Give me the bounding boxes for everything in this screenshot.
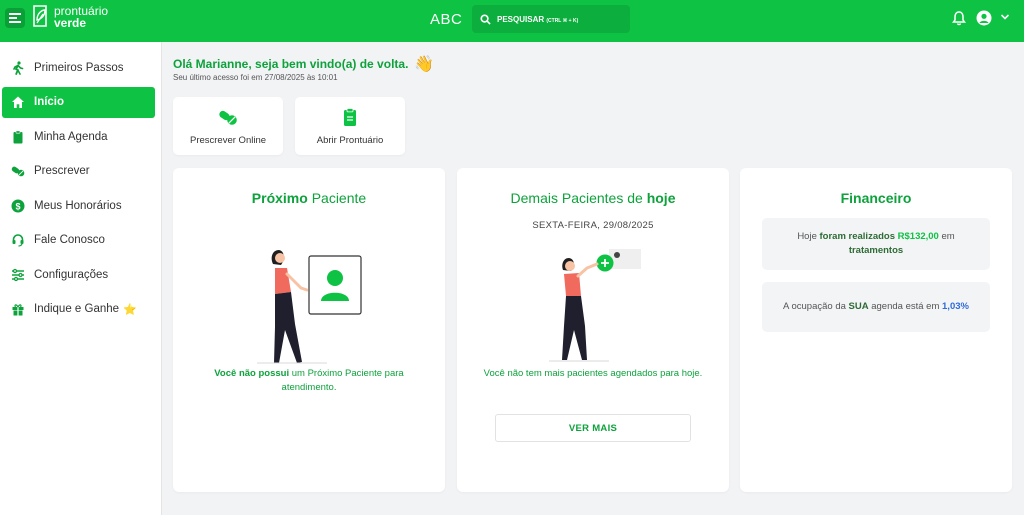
title-bold: Próximo bbox=[251, 190, 308, 206]
walking-person-icon bbox=[13, 60, 24, 75]
sidebar-item-label: Minha Agenda bbox=[34, 130, 108, 143]
sidebar-item-primeiros-passos[interactable]: Primeiros Passos bbox=[2, 52, 155, 83]
revenue-value: R$132,00 bbox=[895, 231, 939, 242]
msg-bold: Você não possui bbox=[214, 368, 290, 379]
leaf-logo-icon bbox=[33, 5, 47, 27]
dollar-circle-icon: $ bbox=[11, 199, 25, 212]
top-bar: prontuário verde ABC PESQUISAR (CTRL ⌘ +… bbox=[0, 0, 1024, 42]
title-rest: Paciente bbox=[307, 190, 367, 206]
menu-toggle-button[interactable] bbox=[5, 8, 25, 28]
greeting-title: Olá Marianne, seja bem vindo(a) de volta… bbox=[173, 54, 434, 74]
home-icon bbox=[12, 96, 24, 108]
search-button[interactable]: PESQUISAR (CTRL ⌘ + K) bbox=[472, 5, 630, 33]
sidebar-item-label: Fale Conosco bbox=[34, 234, 105, 246]
search-label: PESQUISAR bbox=[497, 14, 545, 24]
sidebar-item-configuracoes[interactable]: Configurações bbox=[2, 259, 155, 290]
financial-title: Financeiro bbox=[740, 190, 1012, 206]
sidebar: Primeiros Passos Início Minha Agenda Pre… bbox=[0, 42, 162, 515]
sidebar-item-label: Prescrever bbox=[34, 165, 90, 177]
star-badge: ⭐ bbox=[123, 303, 137, 316]
last-access-text: Seu último acesso foi em 27/08/2025 às 1… bbox=[173, 73, 338, 82]
next-patient-title: Próximo Paciente bbox=[173, 190, 445, 206]
pills-icon bbox=[219, 110, 237, 125]
fin-text: agenda está em bbox=[868, 301, 943, 312]
sidebar-item-prescrever[interactable]: Prescrever bbox=[2, 156, 155, 187]
occupancy-value: 1,03% bbox=[942, 301, 969, 312]
title-rest: Demais Pacientes de bbox=[510, 190, 647, 206]
clipboard-icon bbox=[344, 107, 356, 126]
app-logo[interactable]: prontuário verde bbox=[32, 4, 108, 30]
msg-rest: um Próximo Paciente para atendimento. bbox=[281, 368, 404, 393]
sidebar-item-label: Início bbox=[34, 96, 65, 108]
sidebar-item-meus-honorarios[interactable]: $ Meus Honorários bbox=[2, 190, 155, 221]
fin-text: em bbox=[938, 231, 955, 242]
today-date: SEXTA-FEIRA, 29/08/2025 bbox=[532, 220, 654, 231]
waving-hand-icon: 👋 bbox=[414, 56, 435, 73]
other-patients-card: Demais Pacientes de hoje SEXTA-FEIRA, 29… bbox=[457, 168, 729, 492]
search-icon bbox=[480, 13, 491, 25]
other-patients-title: Demais Pacientes de hoje bbox=[457, 190, 729, 206]
fin-bold: foram realizados bbox=[819, 231, 896, 242]
prescribe-online-button[interactable]: Prescrever Online bbox=[173, 97, 283, 155]
revenue-today-box: Hoje foram realizados R$132,00 em tratam… bbox=[762, 218, 990, 270]
person-adding-appointment-illustration bbox=[549, 249, 641, 362]
gift-icon bbox=[12, 304, 24, 316]
title-bold: hoje bbox=[646, 190, 676, 206]
fin-text: Hoje bbox=[797, 231, 820, 242]
chevron-down-icon[interactable] bbox=[1000, 12, 1010, 22]
sidebar-item-inicio[interactable]: Início bbox=[2, 86, 155, 118]
sidebar-item-label: Primeiros Passos bbox=[34, 61, 124, 74]
other-patients-message: Você não tem mais pacientes agendados pa… bbox=[483, 368, 703, 379]
next-patient-message: Você não possui um Próximo Paciente para… bbox=[193, 367, 425, 395]
logo-text-line2: verde bbox=[54, 16, 87, 30]
see-more-button[interactable]: VER MAIS bbox=[495, 414, 691, 442]
sidebar-item-indique-e-ganhe[interactable]: Indique e Ganhe ⭐ bbox=[2, 294, 155, 325]
clinic-logo: ABC bbox=[430, 11, 463, 28]
greeting-text: Olá Marianne, seja bem vindo(a) de volta… bbox=[173, 57, 409, 71]
fin-bold: SUA bbox=[848, 301, 869, 312]
user-avatar-icon[interactable] bbox=[976, 10, 992, 26]
search-shortcut: (CTRL ⌘ + K) bbox=[546, 17, 579, 24]
clipboard-icon bbox=[13, 130, 23, 143]
pills-icon bbox=[11, 166, 25, 177]
sliders-icon bbox=[12, 268, 24, 281]
sidebar-item-label: Meus Honorários bbox=[34, 199, 122, 212]
next-patient-card: Próximo Paciente Você não possui um Próx… bbox=[173, 168, 445, 492]
open-record-button[interactable]: Abrir Prontuário bbox=[295, 97, 405, 155]
person-with-profile-card-illustration bbox=[257, 250, 362, 364]
sidebar-item-minha-agenda[interactable]: Minha Agenda bbox=[2, 121, 155, 152]
sidebar-item-label: Configurações bbox=[34, 268, 109, 281]
hamburger-icon bbox=[9, 13, 21, 23]
quick-action-label: Abrir Prontuário bbox=[316, 134, 384, 146]
title-bold: Financeiro bbox=[840, 190, 912, 206]
quick-action-label: Prescrever Online bbox=[189, 134, 267, 146]
financial-card: Financeiro Hoje foram realizados R$132,0… bbox=[740, 168, 1012, 492]
svg-text:$: $ bbox=[15, 201, 20, 211]
sidebar-item-label: Indique e Ganhe bbox=[34, 303, 120, 315]
fin-text: A ocupação da bbox=[783, 301, 849, 312]
fin-bold: tratamentos bbox=[848, 245, 904, 256]
bell-icon[interactable] bbox=[951, 10, 967, 26]
schedule-occupancy-box: A ocupação da SUA agenda está em 1,03% bbox=[762, 282, 990, 332]
sidebar-item-fale-conosco[interactable]: Fale Conosco bbox=[2, 225, 155, 256]
headset-icon bbox=[12, 234, 24, 247]
